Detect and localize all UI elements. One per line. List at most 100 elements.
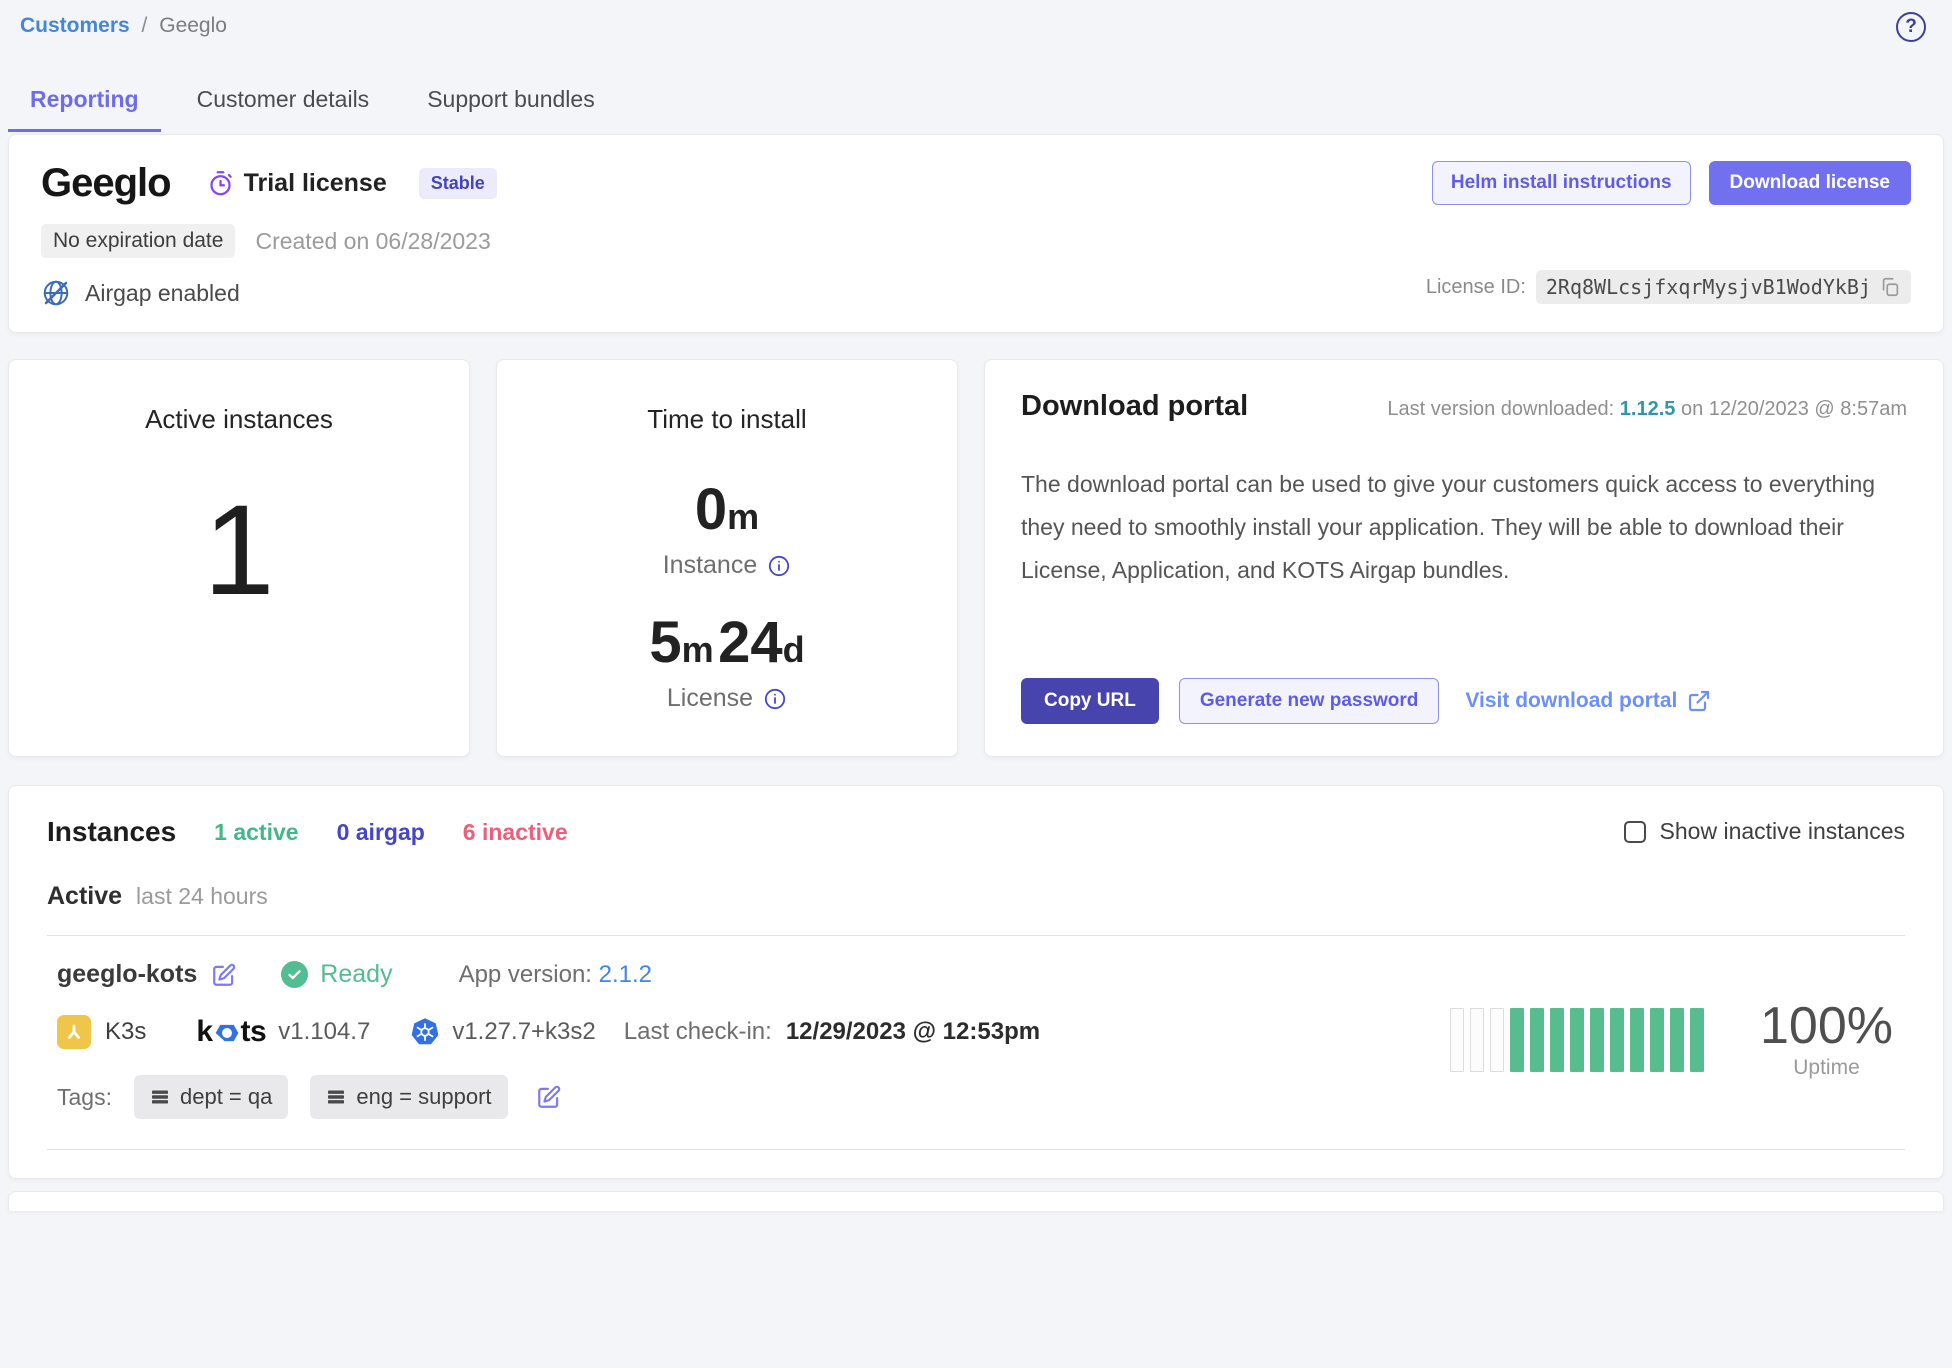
helm-install-instructions-button[interactable]: Helm install instructions: [1432, 161, 1691, 205]
instance-install-time: 0m: [497, 481, 957, 539]
airgap-enabled-label: Airgap enabled: [85, 280, 240, 307]
time-to-install-card: Time to install 0m Instance 5m 24d Licen…: [496, 359, 958, 757]
instance-status: Ready: [281, 960, 392, 989]
uptime-bar: [1530, 1008, 1544, 1072]
uptime-bar: [1590, 1008, 1604, 1072]
uptime-bar: [1450, 1008, 1464, 1072]
tab-reporting[interactable]: Reporting: [8, 76, 161, 132]
last-version-downloaded: Last version downloaded: 1.12.5 on 12/20…: [1387, 398, 1907, 421]
tags-label: Tags:: [57, 1084, 112, 1111]
uptime-label: Uptime: [1760, 1056, 1893, 1080]
license-type-label: Trial license: [244, 169, 387, 198]
airgap-globe-icon: [41, 278, 71, 308]
customer-name: Geeglo: [41, 161, 171, 206]
copy-url-button[interactable]: Copy URL: [1021, 678, 1159, 724]
kubernetes-icon: [410, 1017, 440, 1047]
distribution-label: K3s: [105, 1018, 146, 1046]
uptime-bar: [1490, 1008, 1504, 1072]
customer-header-card: Geeglo Trial license Stable No expiratio…: [8, 134, 1944, 333]
instance-name: geeglo-kots: [57, 960, 197, 989]
active-instances-card: Active instances 1: [8, 359, 470, 757]
tag-pill: dept = qa: [134, 1075, 288, 1119]
kots-logo-k: k: [196, 1015, 212, 1049]
edit-tags-icon[interactable]: [536, 1084, 562, 1110]
active-section-title: Active: [47, 882, 122, 911]
instance-time-label-row: Instance: [497, 551, 957, 580]
tag-bars-icon: [150, 1087, 170, 1107]
help-icon[interactable]: ?: [1896, 12, 1926, 42]
instance-row: geeglo-kots Ready App ve: [47, 936, 1905, 1149]
uptime-bar: [1650, 1008, 1664, 1072]
kots-version: v1.104.7: [278, 1018, 370, 1046]
copy-icon[interactable]: [1879, 276, 1901, 298]
stats-row: Active instances 1 Time to install 0m In…: [8, 359, 1944, 757]
k3s-icon: [57, 1015, 91, 1049]
generate-new-password-button[interactable]: Generate new password: [1179, 678, 1440, 724]
license-time-number-2: 24: [718, 610, 783, 675]
uptime-bar: [1610, 1008, 1624, 1072]
info-icon[interactable]: [763, 687, 787, 711]
breadcrumb-separator: /: [142, 14, 148, 37]
active-count: 1 active: [214, 819, 298, 846]
breadcrumb: Customers / Geeglo: [20, 12, 227, 38]
uptime-bar-chart: [1450, 1008, 1704, 1072]
uptime-bar: [1570, 1008, 1584, 1072]
active-section-subtitle: last 24 hours: [136, 883, 268, 910]
next-card-partial: [8, 1191, 1944, 1211]
visit-download-portal-link[interactable]: Visit download portal: [1465, 689, 1711, 713]
time-to-install-title: Time to install: [497, 404, 957, 435]
uptime-bar: [1550, 1008, 1564, 1072]
last-version-date: on 12/20/2023 @ 8:57am: [1681, 398, 1907, 420]
uptime-bar: [1510, 1008, 1524, 1072]
expiration-badge: No expiration date: [41, 224, 235, 258]
info-icon[interactable]: [767, 554, 791, 578]
kots-logo: k ts: [196, 1015, 266, 1049]
ready-check-icon: [281, 961, 308, 988]
breadcrumb-current: Geeglo: [159, 14, 227, 37]
license-time-label: License: [667, 684, 753, 713]
uptime-bar: [1630, 1008, 1644, 1072]
app-version: App version: 2.1.2: [459, 961, 652, 989]
instance-status-label: Ready: [320, 960, 392, 989]
trial-timer-icon: [207, 170, 234, 197]
edit-instance-name-icon[interactable]: [211, 962, 237, 988]
license-time-label-row: License: [497, 684, 957, 713]
breadcrumb-customers-link[interactable]: Customers: [20, 14, 130, 37]
tab-bar: Reporting Customer details Support bundl…: [8, 76, 1952, 132]
visit-download-portal-label: Visit download portal: [1465, 689, 1677, 713]
instance-time-unit: m: [727, 496, 759, 537]
channel-badge: Stable: [419, 168, 497, 199]
uptime-bar: [1470, 1008, 1484, 1072]
last-checkin-value: 12/29/2023 @ 12:53pm: [786, 1018, 1040, 1046]
kots-logo-o-icon: [214, 1020, 240, 1046]
kots-logo-ts: ts: [241, 1015, 267, 1049]
last-checkin-label: Last check-in:: [624, 1018, 772, 1046]
license-type: Trial license: [207, 169, 387, 198]
tab-customer-details[interactable]: Customer details: [175, 76, 392, 132]
license-install-time: 5m 24d: [497, 614, 957, 672]
tab-support-bundles[interactable]: Support bundles: [405, 76, 617, 132]
inactive-count: 6 inactive: [463, 819, 568, 846]
uptime-value: 100%: [1760, 999, 1893, 1054]
download-portal-description: The download portal can be used to give …: [1021, 463, 1907, 591]
airgap-count: 0 airgap: [337, 819, 425, 846]
last-version-link[interactable]: 1.12.5: [1620, 398, 1676, 420]
instance-time-label: Instance: [663, 551, 758, 580]
app-version-link[interactable]: 2.1.2: [599, 961, 652, 988]
uptime-bar: [1670, 1008, 1684, 1072]
last-version-label: Last version downloaded:: [1387, 398, 1614, 420]
instances-title: Instances: [47, 816, 176, 848]
tag-bars-icon: [326, 1087, 346, 1107]
instances-card: Instances 1 active 0 airgap 6 inactive S…: [8, 785, 1944, 1179]
top-bar: Customers / Geeglo ?: [0, 0, 1952, 42]
show-inactive-checkbox[interactable]: [1624, 821, 1646, 843]
license-id-row: License ID: 2Rq8WLcsjfxqrMysjvB1WodYkBj: [1426, 270, 1911, 304]
license-id-pill: 2Rq8WLcsjfxqrMysjvB1WodYkBj: [1536, 270, 1911, 304]
instance-time-number: 0: [695, 477, 727, 542]
tag-label: dept = qa: [180, 1084, 272, 1110]
download-license-button[interactable]: Download license: [1709, 161, 1911, 205]
k8s-version: v1.27.7+k3s2: [452, 1018, 595, 1046]
download-portal-title: Download portal: [1021, 390, 1248, 423]
show-inactive-label: Show inactive instances: [1660, 818, 1905, 845]
show-inactive-row: Show inactive instances: [1624, 818, 1905, 845]
